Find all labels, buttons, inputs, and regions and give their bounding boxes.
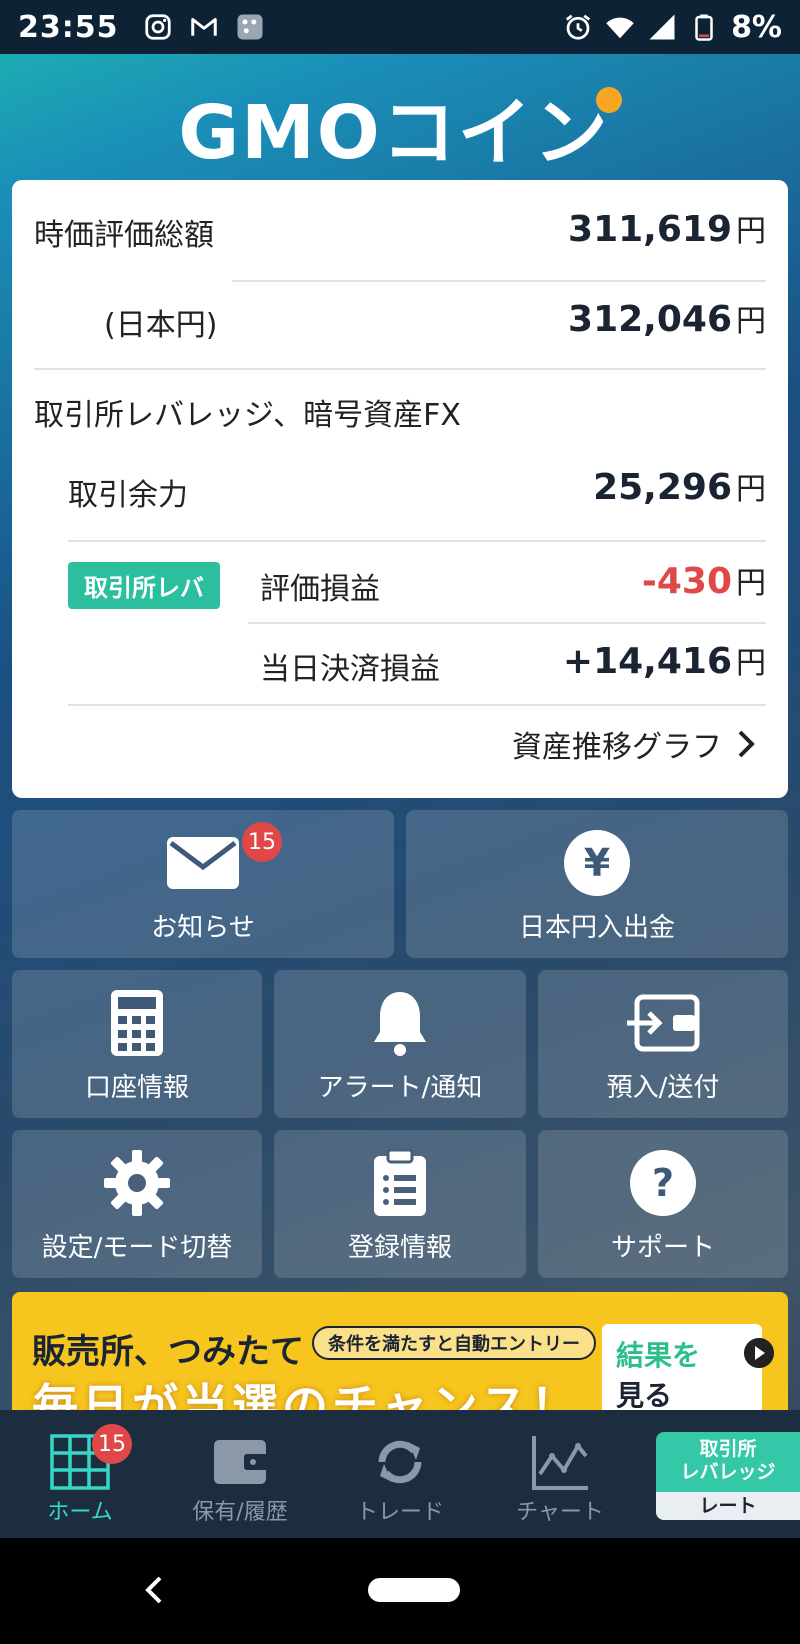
clipboard-icon — [362, 1148, 438, 1218]
account-info-button[interactable]: 口座情報 — [12, 970, 262, 1118]
wallet-transfer-icon — [625, 988, 701, 1058]
deposit-send-label: 預入/送付 — [606, 1073, 720, 1103]
yen-unit: 円 — [736, 566, 766, 601]
chevron-right-icon — [738, 730, 755, 758]
nav-trade[interactable]: トレード — [320, 1410, 480, 1538]
svg-text:¥: ¥ — [584, 841, 610, 885]
asset-graph-link-label: 資産推移グラフ — [512, 730, 722, 765]
yen-unit: 円 — [736, 304, 766, 339]
divider — [34, 368, 766, 370]
divider — [232, 280, 766, 282]
gear-icon — [99, 1148, 175, 1218]
daily-pl-label: 当日決済損益 — [260, 652, 440, 687]
app-icon — [235, 12, 265, 42]
signal-icon — [647, 12, 677, 42]
nav-chart-label: チャート — [516, 1500, 604, 1525]
instagram-icon — [143, 12, 173, 42]
chart-icon — [532, 1436, 588, 1490]
system-nav-bar — [0, 1538, 800, 1644]
alarm-icon — [563, 12, 593, 42]
nav-chart[interactable]: チャート — [480, 1410, 640, 1538]
alert-label: アラート/通知 — [317, 1073, 483, 1103]
settings-label: 設定/モード切替 — [41, 1233, 233, 1263]
margin-label: 取引余力 — [68, 478, 188, 513]
home-count-badge: 15 — [92, 1424, 132, 1464]
back-icon[interactable] — [140, 1572, 170, 1608]
total-valuation-label: 時価評価総額 — [34, 218, 214, 253]
calculator-icon — [99, 988, 175, 1058]
yen-icon: ¥ — [559, 828, 635, 898]
nav-holdings-label: 保有/履歴 — [192, 1500, 288, 1525]
deposit-send-button[interactable]: 預入/送付 — [538, 970, 788, 1118]
account-info-label: 口座情報 — [84, 1073, 189, 1103]
banner-headline: 毎日が当選のチャンス！ — [32, 1379, 581, 1410]
logo-dot — [595, 87, 622, 113]
jpy-transfer-button[interactable]: ¥ 日本円入出金 — [406, 810, 788, 958]
rate-button-label: レート — [656, 1492, 800, 1520]
status-time: 23:55 — [18, 9, 119, 45]
battery-icon — [689, 12, 719, 42]
support-button[interactable]: ? サポート — [538, 1130, 788, 1278]
divider — [248, 622, 766, 624]
gmo-coin-logo: GMOコイン — [0, 86, 800, 176]
home-pill-button[interactable] — [368, 1578, 460, 1602]
banner-result-button[interactable]: 結果を 見る — [602, 1324, 762, 1410]
wifi-icon — [605, 12, 635, 42]
jpy-value: 312,046 — [568, 299, 732, 340]
registration-info-label: 登録情報 — [347, 1233, 452, 1263]
help-icon: ? — [625, 1148, 701, 1218]
mail-icon — [165, 828, 241, 898]
banner-result-line1: 結果を — [616, 1339, 701, 1372]
news-label: お知らせ — [151, 913, 255, 943]
unrealized-pl-value: -430 — [641, 561, 732, 602]
banner-result-line2: 見る — [616, 1379, 673, 1410]
exchange-leverage-badge: 取引所レバ — [68, 562, 220, 609]
refresh-icon — [378, 1440, 422, 1484]
gmail-icon — [189, 12, 219, 42]
play-icon — [744, 1338, 774, 1368]
support-label: サポート — [610, 1233, 715, 1263]
asset-graph-link[interactable]: 資産推移グラフ — [512, 722, 756, 766]
margin-value: 25,296 — [593, 467, 732, 508]
nav-holdings[interactable]: 保有/履歴 — [160, 1410, 320, 1538]
section-title: 取引所レバレッジ、暗号資産FX — [34, 398, 461, 433]
unrealized-pl-label: 評価損益 — [260, 572, 380, 607]
banner-entry-pill: 条件を満たすと自動エントリー — [312, 1326, 596, 1360]
asset-summary-card: 時価評価総額 311,619 円 (日本円) 312,046 円 取引所レバレッ… — [12, 180, 788, 798]
daily-pl-value: +14,416 — [562, 641, 732, 682]
nav-home[interactable]: 15 ホーム — [0, 1410, 160, 1538]
yen-unit: 円 — [736, 214, 766, 249]
exchange-leverage-rate-button[interactable]: 取引所 レバレッジ レート — [656, 1432, 800, 1520]
logo-text: GMOコイン — [178, 89, 610, 176]
banner-title: 販売所、つみたて — [32, 1332, 304, 1372]
rate-button-title: 取引所 レバレッジ — [680, 1438, 776, 1483]
svg-text:?: ? — [652, 1161, 674, 1205]
divider — [68, 704, 766, 706]
settings-button[interactable]: 設定/モード切替 — [12, 1130, 262, 1278]
wallet-icon — [214, 1440, 268, 1484]
campaign-banner[interactable]: 販売所、つみたて 条件を満たすと自動エントリー 毎日が当選のチャンス！ 結果を … — [12, 1292, 788, 1410]
yen-unit: 円 — [736, 472, 766, 507]
total-valuation-value: 311,619 — [568, 209, 732, 250]
news-button[interactable]: 15 お知らせ — [12, 810, 394, 958]
yen-unit: 円 — [736, 646, 766, 681]
nav-trade-label: トレード — [355, 1500, 444, 1525]
alert-button[interactable]: アラート/通知 — [274, 970, 526, 1118]
jpy-label: (日本円) — [104, 308, 218, 343]
divider — [68, 540, 766, 542]
jpy-transfer-label: 日本円入出金 — [518, 913, 675, 943]
bell-icon — [362, 988, 438, 1058]
battery-percentage: 8% — [731, 9, 782, 45]
news-count-badge: 15 — [242, 822, 282, 862]
nav-home-label: ホーム — [47, 1500, 113, 1525]
status-bar: 23:55 8% — [0, 0, 800, 54]
registration-info-button[interactable]: 登録情報 — [274, 1130, 526, 1278]
